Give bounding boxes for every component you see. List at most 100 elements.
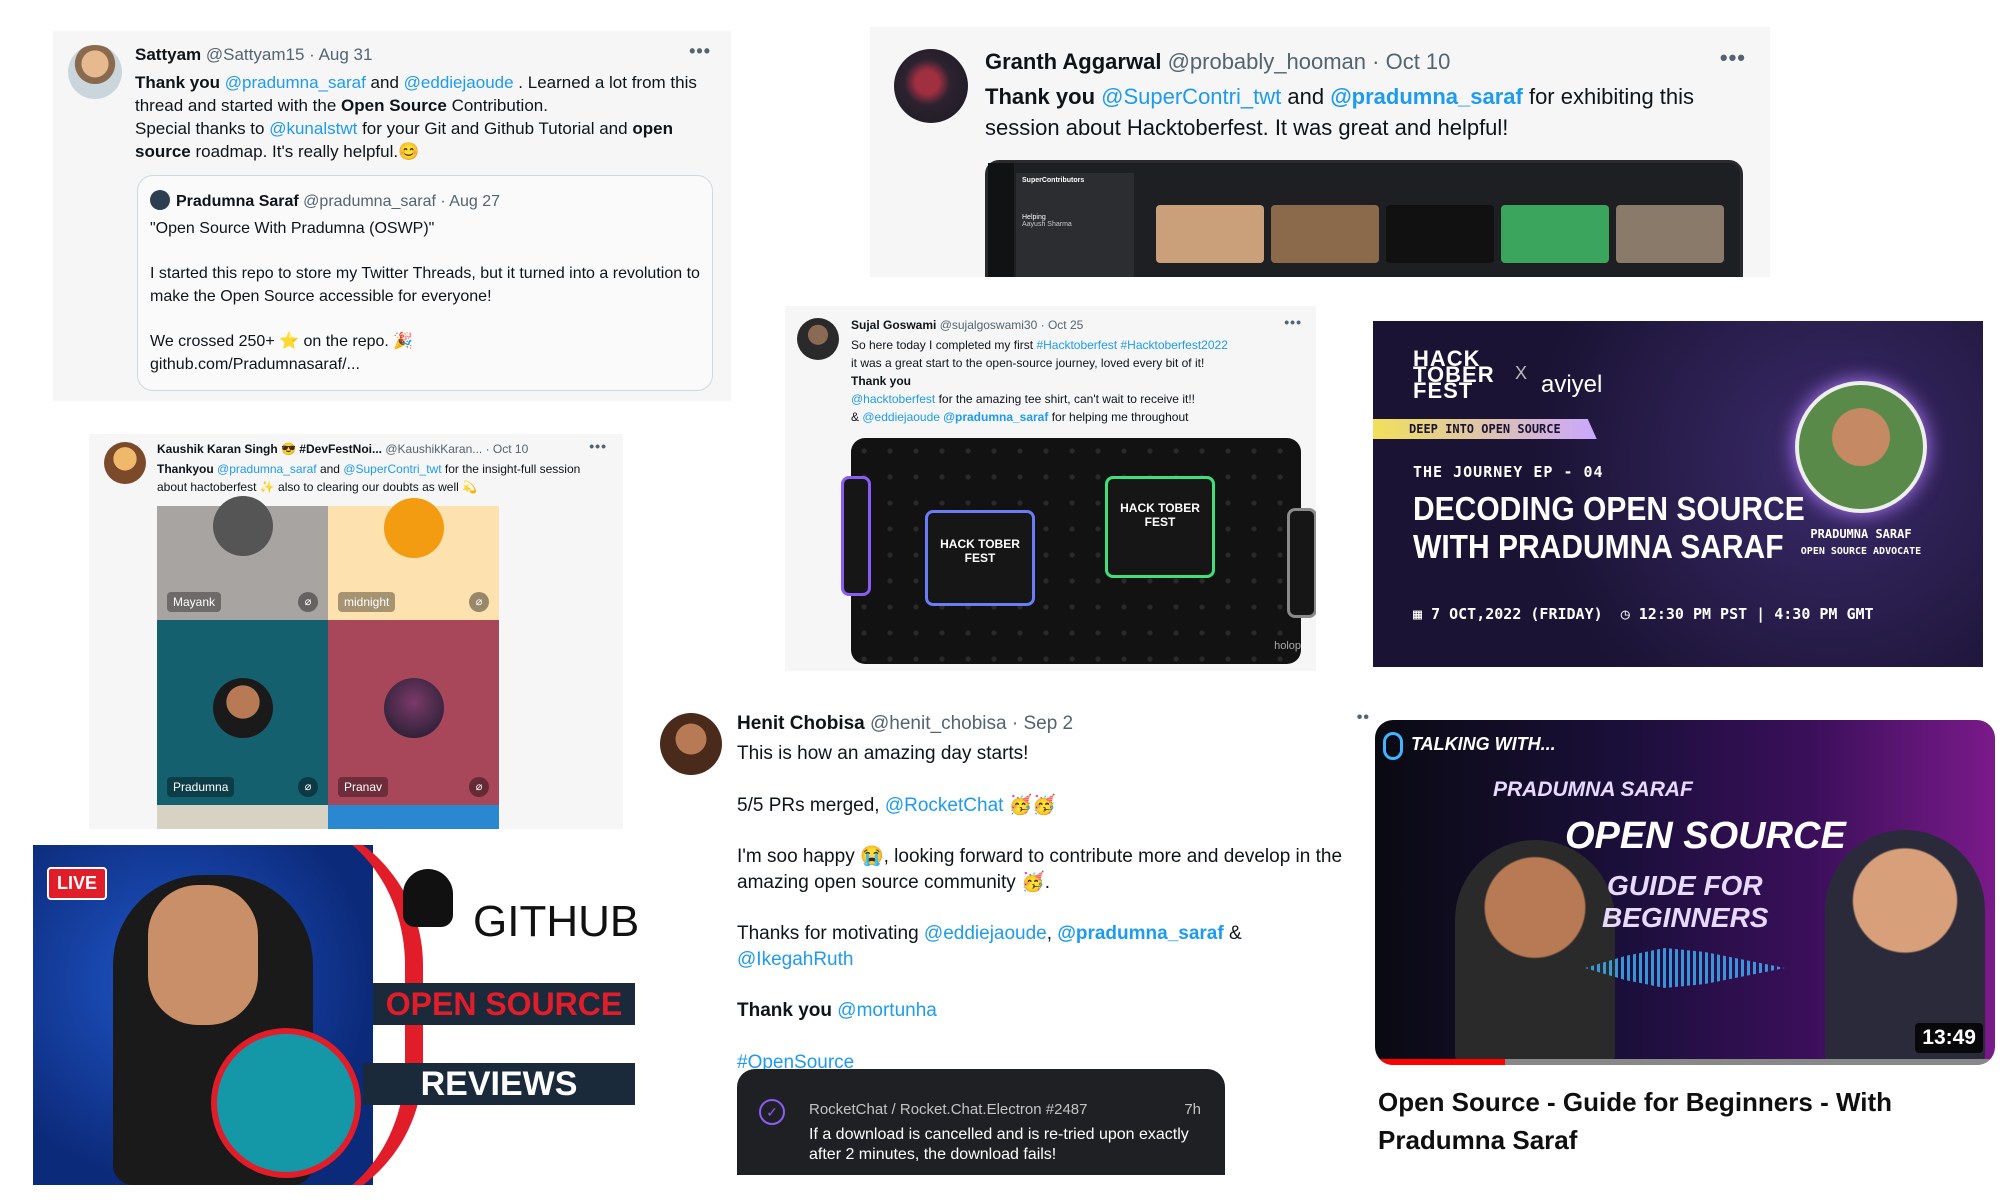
hashtag-link[interactable]: #Hacktoberfest #Hacktoberfest2022: [1036, 338, 1227, 352]
participant-tile: Pradumna ⌀: [157, 620, 328, 805]
tweet-header: Sujal Goswami @sujalgoswami30 · Oct 25: [851, 318, 1083, 332]
video-thumbnail[interactable]: TALKING WITH... PRADUMNA SARAF OPEN SOUR…: [1375, 720, 1995, 1065]
author-handle[interactable]: @sujalgoswami30: [940, 318, 1038, 332]
avatar[interactable]: [104, 442, 146, 484]
event-banner[interactable]: HACK TOBER FEST X aviyel DEEP INTO OPEN …: [1373, 321, 1983, 667]
video-subheadline: BEGINNERS: [1602, 902, 1769, 933]
mention-link[interactable]: @RocketChat: [885, 795, 1004, 816]
mention-link[interactable]: @mortunha: [837, 1000, 937, 1021]
tweet-date[interactable]: · Sep 2: [1012, 713, 1073, 734]
tweet-sujal[interactable]: Sujal Goswami @sujalgoswami30 · Oct 25 •…: [785, 306, 1316, 671]
mention-link[interactable]: @pradumna_saraf: [1057, 923, 1223, 944]
author-name[interactable]: Granth Aggarwal: [985, 49, 1161, 74]
text: for your Git and Github Tutorial and: [362, 119, 628, 138]
author-name[interactable]: Henit Chobisa: [737, 713, 865, 734]
pull-request-card[interactable]: ✓ RocketChat / Rocket.Chat.Electron #248…: [737, 1069, 1225, 1175]
text: Thank you: [985, 84, 1096, 109]
tweet-kaushik[interactable]: Kaushik Karan Singh 😎 #DevFestNoi... @Ka…: [89, 434, 623, 829]
pr-repo[interactable]: RocketChat / Rocket.Chat.Electron #2487: [809, 1101, 1087, 1118]
author-handle[interactable]: @probably_hooman: [1168, 49, 1366, 74]
microphone-icon: [1383, 732, 1403, 760]
more-options-icon[interactable]: •••: [1284, 314, 1302, 330]
aviyel-logo: aviyel: [1541, 371, 1603, 398]
banner-title: DECODING OPEN SOURCE: [1413, 491, 1805, 528]
calendar-icon: ▦: [1413, 605, 1423, 623]
avatar[interactable]: [894, 49, 968, 123]
episode-label: THE JOURNEY EP - 04: [1413, 463, 1604, 481]
mention-link[interactable]: @pradumna_saraf: [225, 73, 366, 92]
tweet-header: Sattyam @Sattyam15 · Aug 31: [135, 45, 372, 65]
mention-link[interactable]: @pradumna_saraf: [1330, 84, 1523, 109]
tweet-henit[interactable]: Henit Chobisa @henit_chobisa · Sep 2 •• …: [660, 705, 1370, 1175]
text: Contribution.: [451, 96, 548, 115]
mention-link[interactable]: @eddiejaoude: [862, 410, 940, 424]
text: for the amazing tee shirt, can't wait to…: [938, 392, 1195, 406]
avatar[interactable]: [797, 318, 839, 360]
mic-off-icon: ⌀: [469, 592, 489, 612]
author-handle[interactable]: @henit_chobisa: [870, 713, 1007, 734]
discord-screenshot[interactable]: SuperContributors Helping Aayush Sharma: [985, 160, 1743, 277]
mic-off-icon: ⌀: [298, 592, 318, 612]
video-progress-bar[interactable]: [1375, 1059, 1995, 1065]
thumbnail-subtitle: REVIEWS: [363, 1063, 635, 1105]
mention-link[interactable]: @hacktoberfest: [851, 392, 935, 406]
tweet-date[interactable]: · Oct 25: [1041, 318, 1084, 332]
github-thumbnail[interactable]: LIVE GITHUB OPEN SOURCE REVIEWS: [33, 845, 638, 1185]
mention-link[interactable]: @SuperContri_twt: [343, 462, 441, 476]
author-handle[interactable]: @KaushikKaran...: [385, 442, 482, 456]
text: and: [370, 73, 399, 92]
more-options-icon[interactable]: •••: [1720, 45, 1746, 71]
badge-card: HACK TOBER FEST: [925, 510, 1035, 606]
video-title[interactable]: Open Source - Guide for Beginners - With…: [1378, 1083, 1938, 1159]
text: &: [1228, 923, 1242, 944]
avatar[interactable]: [68, 45, 122, 99]
author-name[interactable]: Sattyam: [135, 45, 201, 64]
mention-link[interactable]: @SuperContri_twt: [1101, 84, 1281, 109]
video-tile: [1616, 205, 1724, 263]
mic-off-icon: ⌀: [469, 777, 489, 797]
tweet-text: So here today I completed my first #Hack…: [851, 336, 1301, 426]
tweet-text: This is how an amazing day starts! 5/5 P…: [737, 741, 1357, 1075]
mention-link[interactable]: @kunalstwt: [269, 119, 357, 138]
participant-name: Pranav: [338, 777, 389, 797]
speaker-role: OPEN SOURCE ADVOCATE: [1800, 546, 1922, 557]
more-options-icon[interactable]: ••: [1357, 709, 1370, 727]
quote-link[interactable]: github.com/Pradumnasaraf/...: [150, 353, 700, 376]
tweet-date[interactable]: · Aug 31: [309, 45, 372, 64]
participant-tile: midnight ⌀: [328, 498, 499, 620]
mention-link[interactable]: @eddiejaoude: [924, 923, 1047, 944]
tweet-date[interactable]: · Oct 10: [486, 442, 529, 456]
mention-link[interactable]: @pradumna_saraf: [943, 410, 1048, 424]
avatar[interactable]: [660, 713, 722, 775]
text: 5/5 PRs merged,: [737, 794, 880, 816]
tweet-sattyam[interactable]: Sattyam @Sattyam15 · Aug 31 ••• Thank yo…: [53, 31, 731, 401]
more-options-icon[interactable]: •••: [689, 41, 711, 62]
tweet-text: Thank you @pradumna_saraf and @eddiejaou…: [135, 71, 705, 163]
tweet-header: Kaushik Karan Singh 😎 #DevFestNoi... @Ka…: [157, 442, 528, 456]
author-name[interactable]: Sujal Goswami: [851, 318, 936, 332]
speaker-photo: [1795, 381, 1927, 513]
tweet-image[interactable]: HACK TOBER FEST HACK TOBER FEST holop: [841, 438, 1316, 664]
quote-line: We crossed 250+ ⭐ on the repo. 🎉: [150, 333, 414, 350]
pr-title[interactable]: If a download is cancelled and is re-tri…: [809, 1125, 1189, 1165]
mention-link[interactable]: @IkegahRuth: [737, 949, 853, 970]
author-name[interactable]: Kaushik Karan Singh 😎 #DevFestNoi...: [157, 442, 382, 456]
call-grid[interactable]: Mayank ⌀ midnight ⌀ Pradumna ⌀ Pranav ⌀: [157, 496, 499, 829]
video-tile: [1386, 205, 1494, 263]
text: Thankyou: [157, 462, 214, 476]
tweet-granth[interactable]: Granth Aggarwal @probably_hooman · Oct 1…: [870, 27, 1770, 277]
tweet-date[interactable]: · Oct 10: [1372, 49, 1450, 74]
video-tile: [1156, 205, 1264, 263]
author-handle[interactable]: @Sattyam15: [206, 45, 305, 64]
mic-off-icon: ⌀: [298, 777, 318, 797]
badge-card: HACK TOBER FEST: [1105, 476, 1215, 578]
text: ,: [1046, 923, 1053, 944]
mention-link[interactable]: @pradumna_saraf: [217, 462, 317, 476]
hacktoberfest-logo: HACK TOBER FEST: [1413, 346, 1495, 403]
badge-card: [841, 476, 871, 596]
text: Thank you: [135, 73, 221, 92]
mention-link[interactable]: @eddiejaoude: [404, 73, 514, 92]
more-options-icon[interactable]: •••: [589, 438, 607, 454]
tweet-date: · Aug 27: [440, 193, 500, 210]
quoted-tweet[interactable]: Pradumna Saraf @pradumna_saraf · Aug 27 …: [137, 175, 713, 391]
